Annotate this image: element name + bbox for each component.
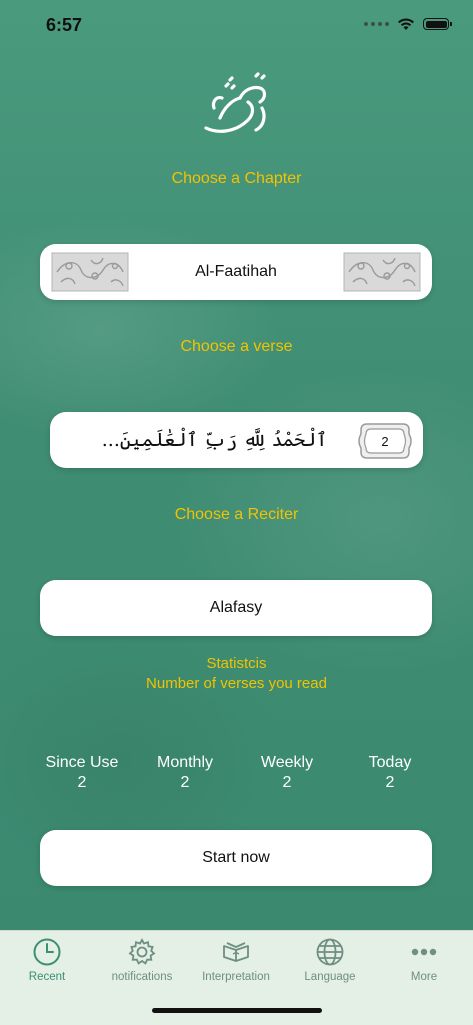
gear-icon bbox=[128, 938, 156, 965]
stat-label: Monthly bbox=[156, 754, 214, 771]
stat-monthly: Monthly 2 bbox=[130, 753, 240, 793]
battery-icon bbox=[423, 18, 452, 30]
more-icon bbox=[411, 948, 437, 956]
quran-book-icon bbox=[223, 942, 249, 962]
tab-label: Interpretation bbox=[202, 971, 270, 983]
chapter-name: Al-Faatihah bbox=[195, 263, 277, 280]
stat-label: Today bbox=[368, 754, 412, 771]
tab-language[interactable]: Language bbox=[283, 937, 377, 983]
tab-label: notifications bbox=[111, 971, 173, 983]
stat-value: 2 bbox=[180, 774, 190, 791]
tab-recent[interactable]: Recent bbox=[0, 937, 94, 983]
tab-label: More bbox=[410, 971, 438, 983]
stat-value: 2 bbox=[385, 774, 395, 791]
verse-number: 2 bbox=[381, 433, 389, 449]
choose-verse-label: Choose a verse bbox=[180, 338, 293, 355]
tab-notifications[interactable]: notifications bbox=[95, 937, 189, 983]
tab-label: Language bbox=[304, 971, 356, 983]
tab-interpretation[interactable]: Interpretation bbox=[189, 937, 283, 983]
choose-reciter-label: Choose a Reciter bbox=[174, 506, 299, 523]
stat-value: 2 bbox=[77, 774, 87, 791]
app-logo bbox=[204, 72, 267, 133]
stat-today: Today 2 bbox=[335, 753, 445, 793]
stat-weekly: Weekly 2 bbox=[232, 753, 342, 793]
verse-selector[interactable]: ٱلْحَمْدُ لِلَّهِ رَبِّ ٱلْعَٰلَمِينَ...… bbox=[50, 412, 423, 468]
choose-chapter-label: Choose a Chapter bbox=[171, 170, 302, 187]
ornament-left-icon bbox=[51, 252, 129, 292]
statistics-title: Statistcis bbox=[206, 655, 267, 672]
tab-label: Recent bbox=[28, 971, 66, 983]
stat-label: Since Use bbox=[45, 754, 119, 771]
home-indicator bbox=[152, 1008, 322, 1013]
statistics-subtitle: Number of verses you read bbox=[146, 675, 327, 692]
status-bar: 6:57 bbox=[0, 0, 473, 50]
stat-label: Weekly bbox=[260, 754, 314, 771]
status-icons bbox=[364, 17, 452, 31]
signal-icon bbox=[364, 22, 389, 26]
globe-icon bbox=[316, 938, 344, 966]
stat-since-use: Since Use 2 bbox=[27, 753, 137, 793]
reciter-name: Alafasy bbox=[209, 599, 263, 616]
stat-value: 2 bbox=[282, 774, 292, 791]
tab-more[interactable]: More bbox=[377, 937, 471, 983]
clock-icon bbox=[33, 938, 61, 966]
status-time: 6:57 bbox=[46, 15, 83, 35]
reciter-selector[interactable]: Alafasy bbox=[40, 580, 432, 636]
start-now-button[interactable]: Start now bbox=[40, 830, 432, 886]
chapter-selector[interactable]: Al-Faatihah bbox=[40, 244, 432, 300]
start-now-label: Start now bbox=[202, 849, 270, 866]
verse-text: ٱلْحَمْدُ لِلَّهِ رَبِّ ٱلْعَٰلَمِينَ... bbox=[101, 429, 328, 451]
wifi-icon bbox=[398, 18, 414, 30]
ornament-right-icon bbox=[343, 252, 421, 292]
